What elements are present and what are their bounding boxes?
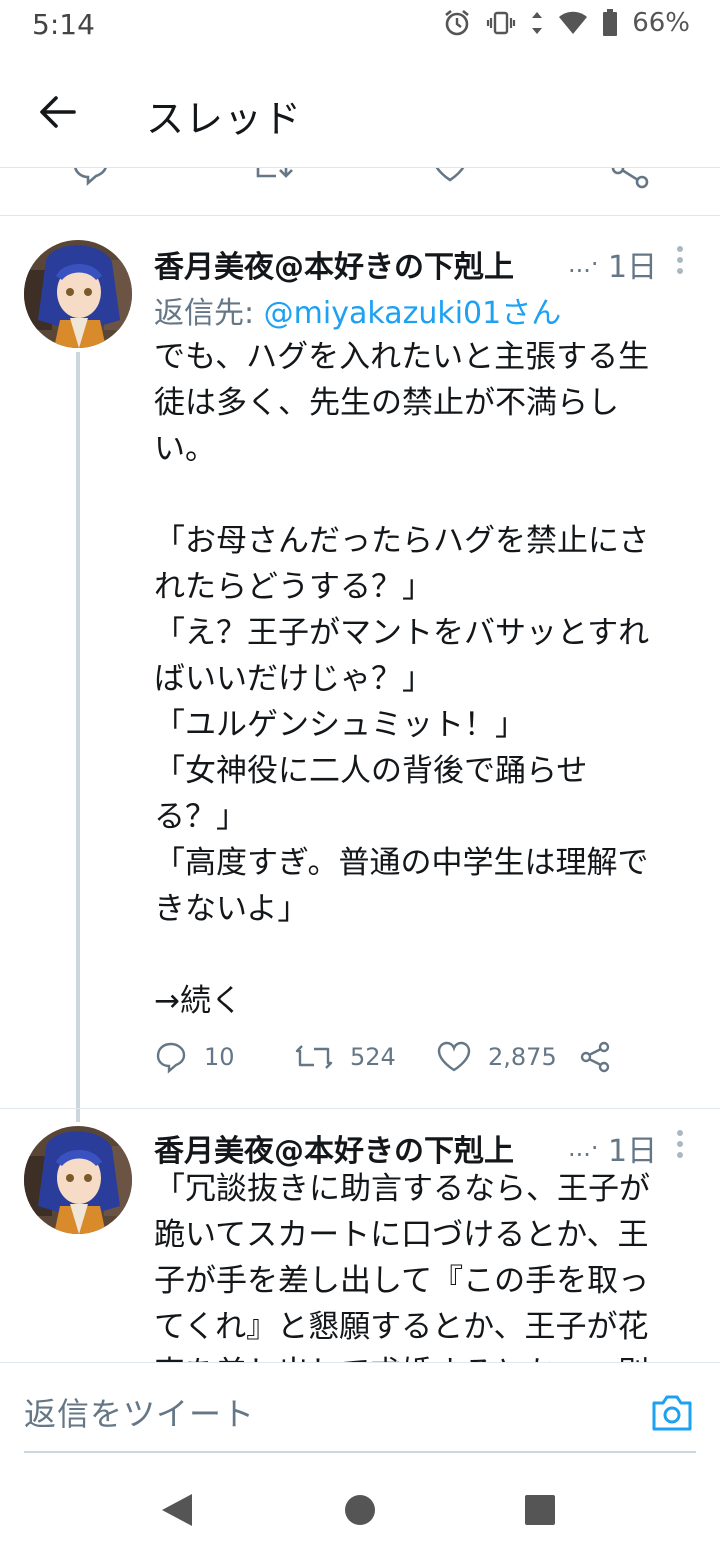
tweet-text-line: 「ユルゲンシュミット！」	[154, 707, 526, 743]
share-icon[interactable]	[608, 168, 652, 190]
like-count: 2,875	[488, 1043, 557, 1071]
tweet-text-blank	[154, 932, 702, 978]
battery-icon	[602, 9, 618, 37]
reply-button[interactable]: 10	[154, 1040, 235, 1074]
avatar[interactable]	[24, 1126, 132, 1234]
tweet-text-line: →続く	[154, 983, 242, 1019]
tweet-text-line: きないよ」	[154, 891, 309, 927]
reply-to: 返信先: @miyakazuki01さん	[154, 288, 561, 332]
tweet-text-line: 「高度すぎ。普通の中学生は理解で	[154, 845, 649, 881]
tweet-text-line: てくれ』と懇願するとか、王子が花	[154, 1309, 649, 1345]
home-circle-icon[interactable]	[344, 1492, 376, 1528]
tweet-actions: 10 524 2,875	[154, 1040, 634, 1084]
tweet-text-line: でも、ハグを入れたいと主張する生	[154, 339, 650, 375]
composer-underline	[24, 1451, 696, 1453]
retweet-icon[interactable]	[250, 168, 294, 186]
more-options-icon[interactable]	[668, 1124, 692, 1164]
tweet-text-line: い。	[154, 431, 216, 467]
tweet-author-name[interactable]: 香月美夜@本好きの下剋上	[154, 1126, 514, 1170]
avatar[interactable]	[24, 240, 132, 348]
like-icon[interactable]	[430, 168, 470, 186]
thread-line	[76, 352, 80, 1122]
tweet-text-line: 「え？王子がマントをバサッとすれ	[154, 615, 650, 651]
status-bar: 5:14 66%	[0, 0, 720, 52]
name-ellipsis: ...·	[568, 250, 599, 278]
tweet-text-line: れたらどうする？」	[154, 569, 433, 605]
tweet-time: 1日	[608, 250, 658, 285]
recents-square-icon[interactable]	[524, 1492, 556, 1528]
back-button[interactable]	[28, 82, 88, 142]
tweet-text: でも、ハグを入れたいと主張する生 徒は多く、先生の禁止が不満らし い。 「お母さ…	[154, 334, 702, 1024]
alarm-icon	[442, 8, 472, 38]
tweet-text-line: 束を差し出して求婚するとか……別	[154, 1350, 702, 1362]
tweet-time: 1日	[608, 1134, 658, 1169]
tweet-text-line: 徒は多く、先生の禁止が不満らし	[154, 385, 619, 421]
page-title: スレッド	[146, 97, 303, 141]
tweet-text-blank	[154, 472, 702, 518]
status-time: 5:14	[32, 8, 95, 41]
vibrate-icon	[486, 8, 516, 38]
back-triangle-icon[interactable]	[160, 1492, 194, 1528]
like-button[interactable]: 2,875	[436, 1040, 557, 1074]
tweet-text-line: 「女神役に二人の背後で踊らせ	[154, 753, 588, 789]
reply-to-prefix: 返信先:	[154, 296, 264, 331]
previous-tweet-actions	[0, 168, 720, 216]
share-button[interactable]	[578, 1040, 612, 1074]
heart-icon	[437, 1041, 471, 1072]
camera-button[interactable]	[650, 1393, 694, 1433]
share-icon	[580, 1041, 610, 1073]
tweet-text-line: 跪いてスカートに口づけるとか、王	[154, 1217, 649, 1253]
tweet-text-line: 子が手を差し出して『この手を取っ	[154, 1263, 650, 1299]
system-nav-bar	[0, 1456, 720, 1560]
tweet-text: 「冗談抜きに助言するなら、王子が 跪いてスカートに口づけるとか、王 子が手を差し…	[154, 1166, 702, 1362]
tweet-2: 香月美夜@本好きの下剋上 ...· 1日 「冗談抜きに助言するなら、王子が 跪い…	[0, 1108, 720, 1362]
name-ellipsis: ...·	[568, 1134, 599, 1162]
retweet-count: 524	[350, 1043, 396, 1071]
tweet-text-line: 「お母さんだったらハグを禁止にさ	[154, 523, 650, 559]
reply-to-handle[interactable]: @miyakazuki01さん	[264, 296, 562, 331]
tweet-text-line: る？」	[154, 799, 247, 835]
reply-icon[interactable]	[70, 168, 110, 186]
tweet-author-name[interactable]: 香月美夜@本好きの下剋上	[154, 242, 514, 286]
arrow-left-icon	[40, 96, 76, 128]
tweet-text-line: ばいいだけじゃ？」	[154, 661, 433, 697]
status-icons: 66%	[442, 8, 690, 38]
data-arrows-icon	[530, 8, 544, 38]
battery-percent: 66%	[632, 8, 690, 38]
tweet-text-line: 「冗談抜きに助言するなら、王子が	[154, 1171, 650, 1207]
reply-input[interactable]: 返信をツイート	[24, 1389, 255, 1435]
camera-icon	[652, 1395, 692, 1431]
retweet-button[interactable]: 524	[294, 1040, 396, 1074]
more-options-icon[interactable]	[668, 240, 692, 280]
reply-composer: 返信をツイート	[0, 1362, 720, 1456]
reply-icon	[156, 1042, 186, 1074]
reply-count: 10	[204, 1043, 235, 1071]
retweet-icon	[295, 1045, 333, 1069]
app-header: スレッド	[0, 60, 720, 168]
wifi-icon	[558, 10, 588, 36]
